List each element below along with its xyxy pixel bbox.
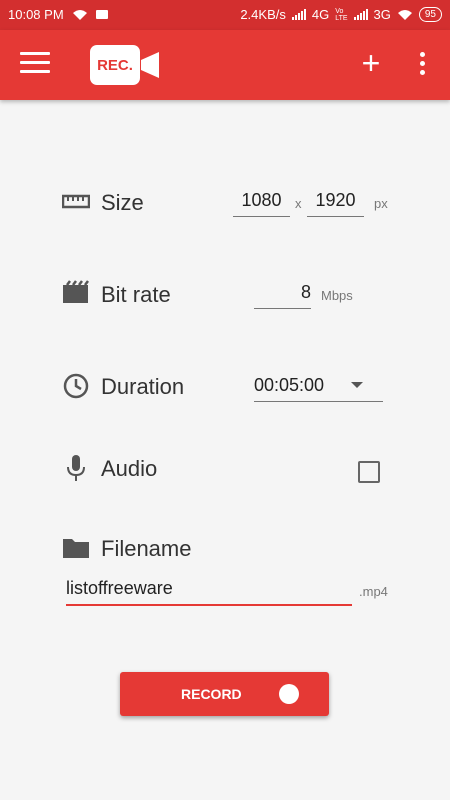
wifi-status-icon <box>72 9 87 20</box>
filename-extension: .mp4 <box>359 584 388 599</box>
filename-row: Filename <box>0 526 450 570</box>
height-input[interactable]: 1920 <box>307 190 364 217</box>
size-label: Size <box>101 190 144 215</box>
app-bar: REC. + <box>0 30 450 100</box>
dropdown-arrow-icon <box>351 382 363 388</box>
ruler-icon <box>62 194 90 209</box>
audio-checkbox[interactable] <box>358 461 380 483</box>
audio-label: Audio <box>101 456 158 481</box>
bitrate-unit: Mbps <box>321 288 353 303</box>
filename-input[interactable]: listoffreeware <box>66 578 352 606</box>
status-speed: 2.4KB/s <box>240 7 286 22</box>
app-logo: REC. <box>90 45 162 85</box>
bitrate-label: Bit rate <box>101 282 171 307</box>
duration-label: Duration <box>101 374 185 399</box>
network-4g: 4G <box>311 7 330 22</box>
clapperboard-icon <box>63 280 89 303</box>
size-x-label: x <box>295 196 302 211</box>
microphone-icon <box>67 455 85 481</box>
wifi-icon <box>397 9 412 20</box>
signal-icon-2 <box>353 9 368 20</box>
network-3g: 3G <box>373 7 391 22</box>
audio-row: Audio <box>0 446 450 490</box>
filename-label: Filename <box>101 536 192 561</box>
clock-icon <box>63 373 89 399</box>
battery-icon: 95 <box>418 7 442 22</box>
status-bar: 10:08 PM 2.4KB/s 4G Vo LTE 3G 95 <box>0 0 450 30</box>
bitrate-row: Bit rate <box>0 272 450 316</box>
bitrate-input[interactable]: 8 <box>254 282 311 309</box>
hamburger-menu-icon[interactable] <box>20 52 50 78</box>
more-options-icon[interactable] <box>413 52 431 82</box>
message-icon <box>95 10 108 19</box>
record-button[interactable]: RECORD <box>120 672 329 716</box>
add-button[interactable]: + <box>356 47 386 79</box>
logo-text: REC. <box>90 45 140 85</box>
size-unit: px <box>374 196 388 211</box>
signal-icon <box>291 9 306 20</box>
width-input[interactable]: 1080 <box>233 190 290 217</box>
camera-icon <box>141 52 159 78</box>
record-button-label: RECORD <box>181 686 242 702</box>
duration-value: 00:05:00 <box>254 375 325 395</box>
duration-select[interactable]: 00:05:00 <box>254 373 383 402</box>
record-dot-icon <box>279 684 299 704</box>
volte-icon: Vo LTE <box>335 7 348 22</box>
folder-icon <box>63 539 89 558</box>
status-time: 10:08 PM <box>8 7 64 22</box>
